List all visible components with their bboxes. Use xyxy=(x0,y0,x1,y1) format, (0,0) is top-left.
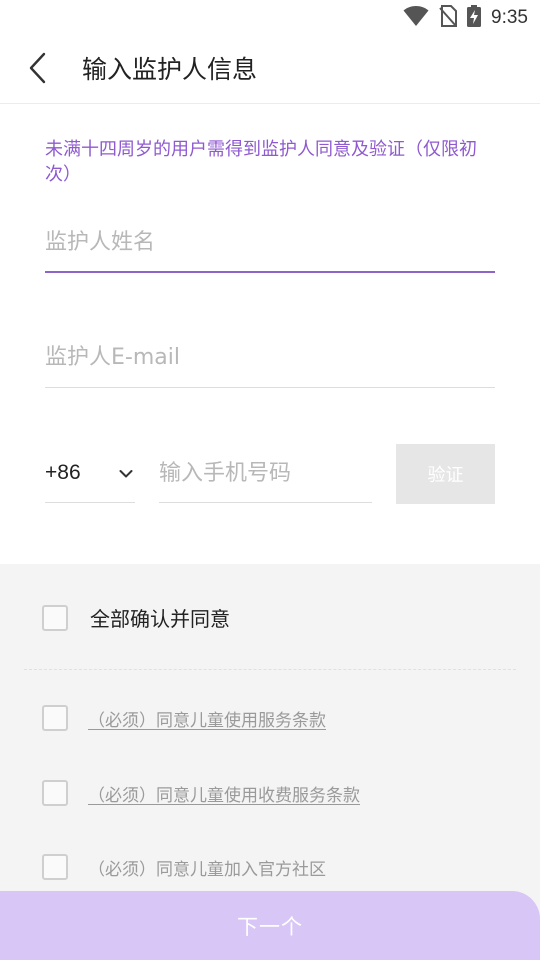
agreement-item-terms[interactable]: （必须）同意儿童使用服务条款 xyxy=(42,705,326,731)
wifi-icon xyxy=(403,5,429,31)
country-code-value: +86 xyxy=(45,461,81,484)
guardian-name-input[interactable] xyxy=(45,213,495,271)
agree-all-label: 全部确认并同意 xyxy=(90,607,230,631)
agree-all-row[interactable]: 全部确认并同意 xyxy=(42,603,230,632)
no-sim-icon xyxy=(439,5,458,31)
app-bar: 输入监护人信息 xyxy=(0,36,540,104)
agreement-link[interactable]: （必须）同意儿童使用收费服务条款 xyxy=(88,781,360,806)
battery-charging-icon xyxy=(467,5,482,31)
age-notice: 未满十四周岁的用户需得到监护人同意及验证（仅限初次） xyxy=(45,139,477,185)
guardian-info-screen: 9:35 输入监护人信息 未满十四周岁的用户需得到监护人同意及验证（仅限初次） … xyxy=(0,0,540,960)
agreement-checkbox[interactable] xyxy=(42,854,68,880)
country-code-select[interactable]: +86 xyxy=(45,444,135,503)
guardian-email-input[interactable] xyxy=(45,328,495,387)
phone-row: +86 验证 xyxy=(45,444,495,504)
phone-input[interactable] xyxy=(159,444,372,502)
divider xyxy=(24,669,516,670)
status-icons: 9:35 xyxy=(403,5,528,31)
agreement-label: （必须）同意儿童加入官方社区 xyxy=(88,859,326,880)
agreement-link[interactable]: （必须）同意儿童使用服务条款 xyxy=(88,706,326,731)
chevron-left-icon xyxy=(28,52,48,88)
page-title: 输入监护人信息 xyxy=(82,55,258,84)
agreement-item-community[interactable]: （必须）同意儿童加入官方社区 xyxy=(42,854,326,880)
guardian-name-field xyxy=(45,213,495,273)
agree-all-checkbox[interactable] xyxy=(42,604,68,631)
back-button[interactable] xyxy=(18,50,58,90)
status-time: 9:35 xyxy=(491,7,528,28)
agreement-item-paid-terms[interactable]: （必须）同意儿童使用收费服务条款 xyxy=(42,780,360,806)
next-button[interactable]: 下一个 xyxy=(0,891,540,960)
agreement-checkbox[interactable] xyxy=(42,780,68,806)
phone-field xyxy=(159,444,372,503)
verify-button[interactable]: 验证 xyxy=(396,444,495,504)
status-bar: 9:35 xyxy=(0,0,540,36)
agreement-checkbox[interactable] xyxy=(42,705,68,731)
chevron-down-icon xyxy=(119,464,133,483)
guardian-email-field xyxy=(45,328,495,388)
